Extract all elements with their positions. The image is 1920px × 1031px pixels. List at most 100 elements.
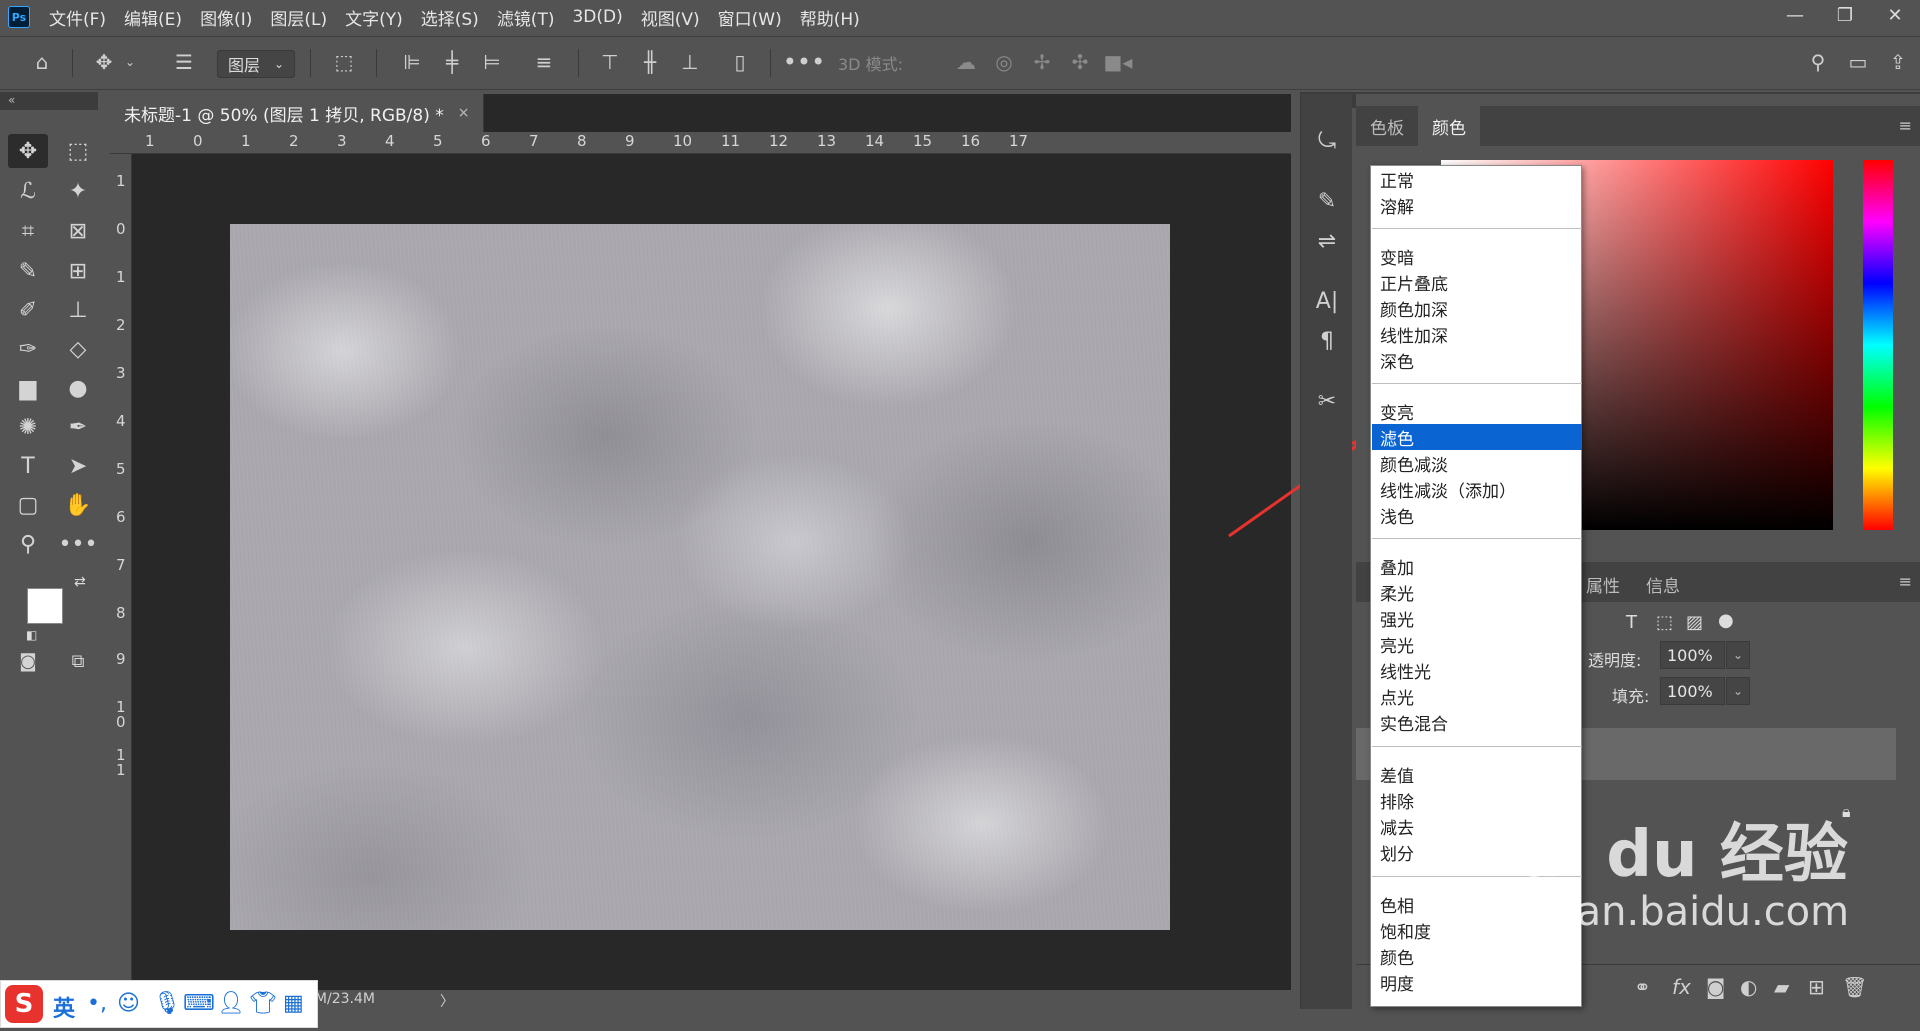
menu-select[interactable]: 选择(S) (412, 5, 488, 30)
blend-mode-item[interactable]: 排除 (1372, 787, 1582, 813)
healing-tool-icon[interactable]: ⊞ (58, 254, 98, 288)
distribute-vertical-icon[interactable]: ▯ (722, 47, 758, 77)
type-layer-filter-icon[interactable]: T (1626, 612, 1637, 633)
blend-mode-item[interactable]: 柔光 (1372, 579, 1582, 605)
blend-mode-item[interactable]: 颜色 (1372, 943, 1582, 969)
microphone-icon[interactable]: 🎙︎ (153, 991, 181, 1016)
align-left-icon[interactable]: ⊫ (394, 47, 430, 77)
layer-select-dropdown[interactable]: 图层 ⌄ (217, 50, 295, 78)
eyedropper-tool-icon[interactable]: ✎ (8, 254, 48, 288)
smart-object-filter-icon[interactable]: ▨ (1686, 612, 1703, 633)
pen-tool-icon[interactable]: ✒ (58, 410, 98, 444)
distribute-icon[interactable]: ≡ (526, 47, 562, 77)
align-center-icon[interactable]: ╪ (434, 47, 470, 77)
align-right-icon[interactable]: ⊨ (474, 47, 510, 77)
link-layers-icon[interactable]: ⚭ (1634, 975, 1651, 999)
workspace-icon[interactable]: ▭ (1840, 47, 1876, 77)
camera-3d-icon[interactable]: ■◂ (1100, 47, 1136, 77)
restore-button[interactable]: ❐ (1820, 0, 1870, 30)
stamp-tool-icon[interactable]: ⊥ (58, 293, 98, 327)
crop-tool-icon[interactable]: ⌗ (8, 214, 48, 248)
blend-mode-item[interactable]: 颜色减淡 (1372, 450, 1582, 476)
more-tools-icon[interactable]: ••• (58, 527, 98, 561)
menu-file[interactable]: 文件(F) (40, 5, 115, 30)
slide-3d-icon[interactable]: ✣ (1062, 47, 1098, 77)
ime-language-toggle[interactable]: 英 (53, 991, 75, 1023)
user-icon[interactable]: 👤︎ (217, 991, 245, 1016)
screen-mode-icon[interactable]: ⧉ (58, 644, 98, 678)
paragraph-panel-icon[interactable]: ¶ (1309, 324, 1345, 358)
move-tool-icon[interactable]: ✥ (84, 47, 124, 77)
magic-wand-tool-icon[interactable]: ✦ (58, 174, 98, 208)
marquee-tool-icon[interactable]: ⬚ (58, 134, 98, 168)
quick-mask-icon[interactable]: ◙ (8, 644, 48, 678)
punctuation-icon[interactable]: •, (87, 991, 107, 1016)
blend-mode-item[interactable]: 正常 (1372, 166, 1582, 192)
keyboard-icon[interactable]: ⌨ (183, 991, 215, 1016)
blend-mode-item[interactable]: 变亮 (1372, 398, 1582, 424)
blend-mode-item[interactable]: 颜色加深 (1372, 295, 1582, 321)
search-icon[interactable]: ⚲ (1800, 47, 1836, 77)
foreground-color-swatch[interactable] (27, 588, 63, 624)
path-selection-tool-icon[interactable]: ➤ (58, 449, 98, 483)
minimize-button[interactable]: — (1770, 0, 1820, 30)
default-colors-icon[interactable]: ◧ (26, 628, 37, 642)
chevron-down-icon[interactable]: ⌄ (1726, 677, 1750, 705)
filter-toggle-icon[interactable]: ● (1718, 610, 1734, 631)
move-tool-icon[interactable]: ✥ (8, 134, 48, 168)
home-icon[interactable]: ⌂ (22, 47, 62, 77)
align-bottom-icon[interactable]: ⊥ (672, 47, 708, 77)
blend-mode-item-selected[interactable]: 滤色 (1372, 424, 1582, 450)
character-panel-icon[interactable]: A| (1309, 284, 1345, 318)
toolbar-collapse-strip[interactable]: « (0, 92, 98, 110)
fx-icon[interactable]: fx (1672, 975, 1691, 999)
skin-icon[interactable]: 👕︎ (249, 991, 277, 1016)
shape-tool-icon[interactable]: ▢ (8, 488, 48, 522)
menu-layer[interactable]: 图层(L) (261, 5, 336, 30)
menu-help[interactable]: 帮助(H) (791, 5, 869, 30)
blend-mode-item[interactable]: 溶解 (1372, 192, 1582, 218)
dodge-tool-icon[interactable]: ✺ (8, 410, 48, 444)
blend-mode-item[interactable]: 叠加 (1372, 553, 1582, 579)
frame-tool-icon[interactable]: ⊠ (58, 214, 98, 248)
blend-mode-item[interactable]: 线性加深 (1372, 321, 1582, 347)
blend-mode-item[interactable]: 强光 (1372, 605, 1582, 631)
blend-mode-item[interactable]: 亮光 (1372, 631, 1582, 657)
toolbox-icon[interactable]: ▦ (283, 991, 304, 1016)
transform-controls-icon[interactable]: ⬚ (324, 47, 364, 77)
history-brush-tool-icon[interactable]: ✑ (8, 332, 48, 366)
auto-select-layers-icon[interactable]: ☰ (164, 47, 204, 77)
chevron-down-icon[interactable]: ⌄ (120, 47, 140, 77)
brush-settings-icon[interactable]: ✎ (1309, 184, 1345, 218)
menu-3d[interactable]: 3D(D) (563, 7, 631, 27)
ime-logo-icon[interactable]: S (5, 985, 43, 1023)
hue-slider[interactable] (1863, 160, 1893, 530)
blend-mode-item[interactable]: 实色混合 (1372, 709, 1582, 735)
hand-tool-icon[interactable]: ✋ (58, 488, 98, 522)
delete-layer-icon[interactable]: 🗑︎ (1842, 975, 1867, 999)
panel-menu-icon[interactable]: ≡ (1899, 116, 1912, 135)
history-panel-icon[interactable]: ⤿ (1309, 124, 1345, 158)
align-top-icon[interactable]: ⊤ (592, 47, 628, 77)
new-group-icon[interactable]: ▰ (1774, 975, 1789, 999)
blur-tool-icon[interactable]: ● (58, 371, 98, 405)
close-window-button[interactable]: ✕ (1870, 0, 1920, 30)
document-tab[interactable]: 未标题-1 @ 50% (图层 1 拷贝, RGB/8) * × (110, 94, 485, 132)
blend-mode-item[interactable]: 点光 (1372, 683, 1582, 709)
tab-info[interactable]: 信息 (1646, 572, 1680, 597)
blend-mode-item[interactable]: 明度 (1372, 969, 1582, 995)
share-icon[interactable]: ⇪ (1880, 47, 1916, 77)
type-tool-icon[interactable]: T (8, 449, 48, 483)
menu-filter[interactable]: 滤镜(T) (488, 5, 564, 30)
document-canvas[interactable] (230, 224, 1170, 930)
blend-mode-item[interactable]: 浅色 (1372, 502, 1582, 528)
panel-menu-icon[interactable]: ≡ (1899, 572, 1912, 591)
eraser-tool-icon[interactable]: ◇ (58, 332, 98, 366)
emoji-icon[interactable]: ☺ (117, 991, 140, 1016)
adjustment-layer-icon[interactable]: ◐ (1740, 975, 1757, 999)
close-tab-icon[interactable]: × (458, 105, 470, 121)
blend-mode-item[interactable]: 变暗 (1372, 243, 1582, 269)
blend-mode-item[interactable]: 正片叠底 (1372, 269, 1582, 295)
blend-mode-item[interactable]: 线性减淡（添加） (1372, 476, 1582, 502)
pan-3d-icon[interactable]: ✢ (1024, 47, 1060, 77)
